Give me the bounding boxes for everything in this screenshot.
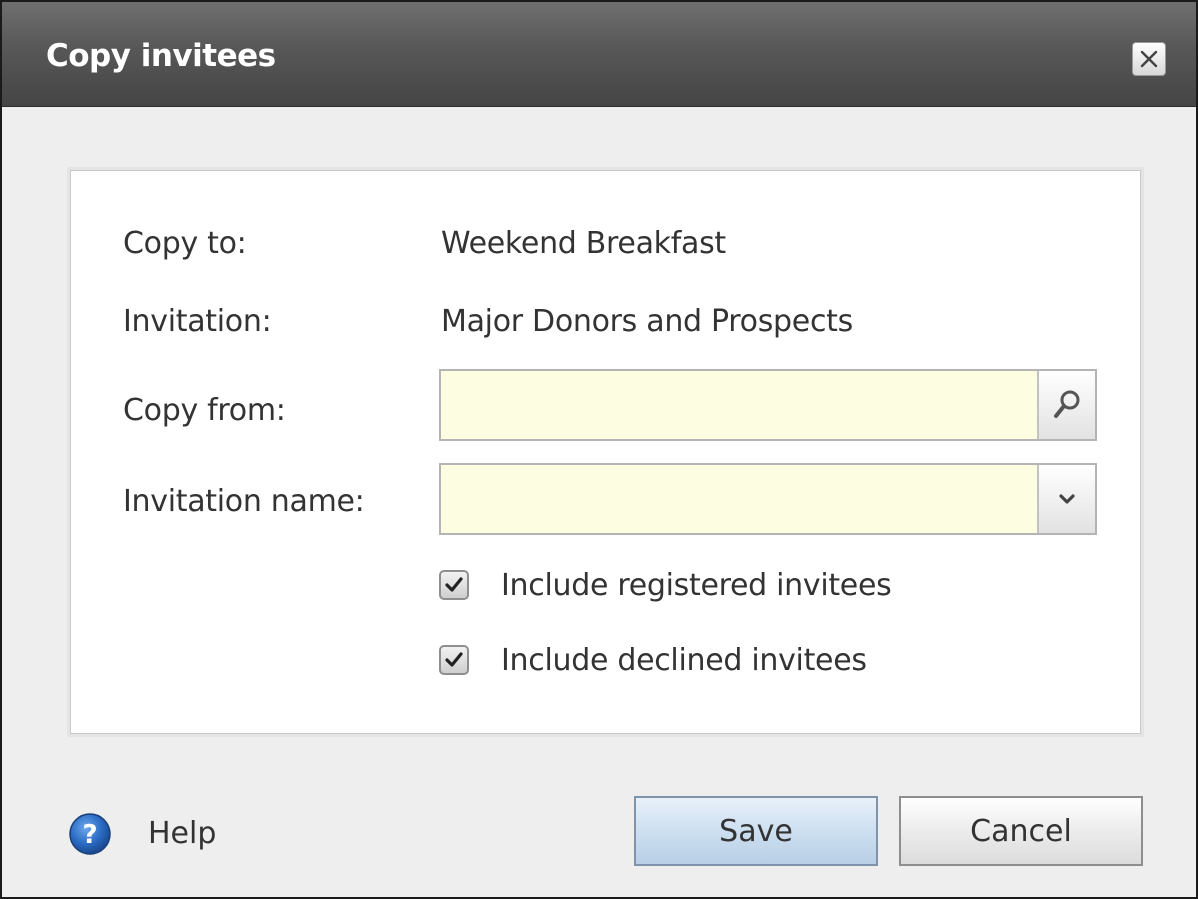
checkmark-icon bbox=[445, 652, 463, 667]
help-icon: ? bbox=[69, 813, 111, 855]
close-button[interactable] bbox=[1132, 42, 1166, 76]
include-declined-label: Include declined invitees bbox=[501, 643, 867, 678]
cancel-button[interactable]: Cancel bbox=[899, 796, 1143, 866]
include-registered-label: Include registered invitees bbox=[501, 568, 892, 603]
copy-invitees-dialog: Copy invitees Copy to: Weekend Breakfast… bbox=[0, 0, 1198, 899]
invitation-name-dropdown-button[interactable] bbox=[1037, 465, 1095, 533]
search-icon bbox=[1054, 390, 1080, 418]
svg-text:?: ? bbox=[82, 820, 97, 850]
invitation-label: Invitation: bbox=[123, 304, 272, 339]
copy-from-search-button[interactable] bbox=[1037, 371, 1095, 439]
copy-to-value: Weekend Breakfast bbox=[441, 226, 726, 261]
include-declined-checkbox[interactable] bbox=[439, 645, 469, 675]
dialog-titlebar: Copy invitees bbox=[2, 2, 1196, 107]
copy-to-label: Copy to: bbox=[123, 226, 247, 261]
dialog-title: Copy invitees bbox=[46, 38, 276, 74]
invitation-value: Major Donors and Prospects bbox=[441, 304, 853, 339]
save-button[interactable]: Save bbox=[634, 796, 878, 866]
help-label: Help bbox=[148, 816, 217, 851]
form-panel: Copy to: Weekend Breakfast Invitation: M… bbox=[70, 170, 1141, 734]
invitation-name-select[interactable] bbox=[439, 463, 1097, 535]
invitation-name-label: Invitation name: bbox=[123, 484, 365, 519]
copy-from-label: Copy from: bbox=[123, 393, 286, 428]
copy-from-field[interactable] bbox=[439, 369, 1097, 441]
include-registered-checkbox[interactable] bbox=[439, 570, 469, 600]
close-icon bbox=[1140, 50, 1158, 68]
checkmark-icon bbox=[445, 577, 463, 592]
chevron-down-icon bbox=[1059, 494, 1075, 504]
